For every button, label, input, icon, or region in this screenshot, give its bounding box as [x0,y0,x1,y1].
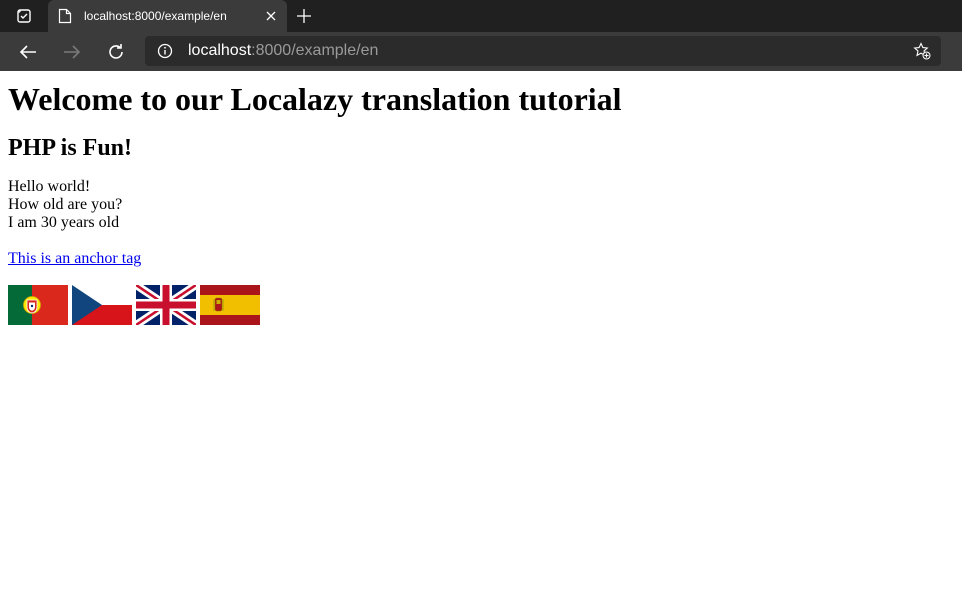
text-line-question: How old are you? [8,196,123,213]
browser-toolbar: localhost:8000/example/en [0,32,962,71]
tab-actions-icon [17,9,31,23]
reload-icon [109,44,123,59]
close-icon [266,11,276,21]
czech-flag-icon[interactable] [72,285,132,325]
language-flags [8,285,954,325]
arrow-left-icon [19,45,36,59]
spain-flag-icon[interactable] [200,285,260,325]
text-line-age: I am 30 years old [8,214,120,231]
arrow-right-icon [64,45,81,59]
back-button[interactable] [14,38,42,66]
tab-actions-button[interactable] [0,0,48,32]
reload-button[interactable] [102,38,130,66]
uk-flag-icon[interactable] [136,285,196,325]
plus-icon [297,9,311,23]
greeting-paragraph: Hello world! How old are you? I am 30 ye… [8,178,954,232]
url-text[interactable]: localhost:8000/example/en [188,36,378,66]
browser-tab-strip: localhost:8000/example/en [0,0,962,32]
info-icon[interactable] [157,43,173,59]
url-host: localhost [188,42,252,59]
address-bar[interactable]: localhost:8000/example/en [145,36,941,66]
active-tab[interactable]: localhost:8000/example/en [48,0,287,32]
anchor-link[interactable]: This is an anchor tag [8,250,141,268]
page-content: Welcome to our Localazy translation tuto… [8,71,954,325]
page-icon [58,8,72,24]
page-subtitle: PHP is Fun! [8,135,133,161]
add-favorite-icon[interactable] [913,42,931,60]
forward-button[interactable] [58,38,86,66]
new-tab-button[interactable] [292,5,316,27]
text-line-hello: Hello world! [8,178,91,195]
page-title: Welcome to our Localazy translation tuto… [8,81,622,117]
portugal-flag-icon[interactable] [8,285,68,325]
tab-title: localhost:8000/example/en [84,9,227,23]
url-path: :8000/example/en [251,42,379,59]
tab-close-button[interactable] [263,8,279,24]
